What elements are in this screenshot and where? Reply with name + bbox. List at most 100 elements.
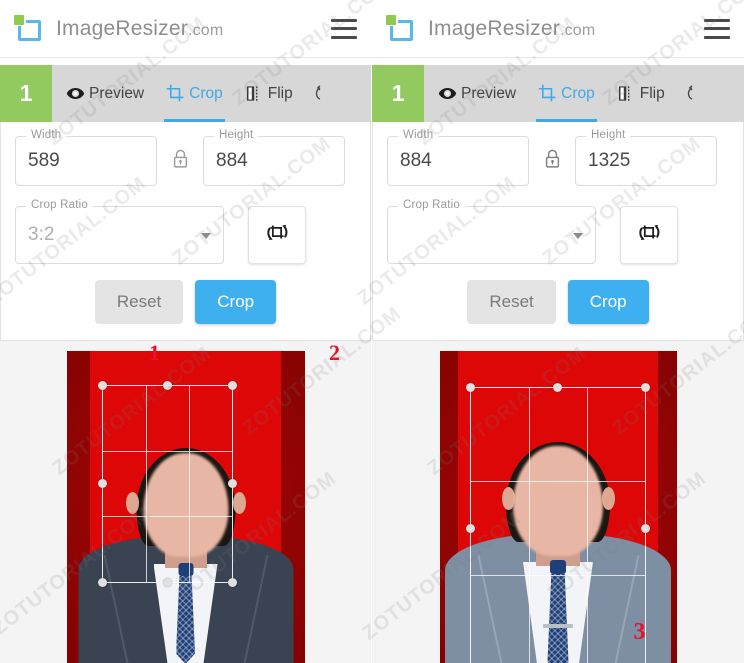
crop-form-after: Width 884 Height 1325 Crop Ratio Reset C… [372, 122, 744, 341]
crop-handle-s[interactable] [162, 577, 172, 587]
eye-icon [438, 84, 457, 103]
crop-handle-se[interactable] [228, 577, 238, 587]
crop-handle-n[interactable] [162, 381, 172, 391]
crop-handle-n[interactable] [552, 382, 562, 392]
brand-title: ImageResizer.com [428, 17, 595, 41]
dimension-row: Width 884 Height 1325 [387, 129, 729, 186]
action-buttons: Reset Crop [15, 280, 356, 324]
crop-ratio-select[interactable]: Crop Ratio [387, 199, 596, 264]
tab-flip-label: Flip [267, 84, 293, 102]
crop-ratio-select[interactable]: Crop Ratio 3:2 [15, 199, 224, 264]
brand-name: ImageResizer [428, 16, 560, 40]
app-header: ImageResizer.com [0, 0, 371, 58]
chevron-down-icon [573, 233, 583, 239]
tab-flip[interactable]: Flip [617, 65, 665, 122]
tab-crop[interactable]: Crop [536, 65, 597, 122]
chevron-down-icon [201, 233, 211, 239]
ratio-row: Crop Ratio [387, 199, 729, 264]
flip-icon [617, 84, 636, 103]
crop-handle-e[interactable] [640, 523, 650, 533]
tab-crop-label: Crop [189, 84, 223, 102]
crop-ratio-value: 3:2 [28, 224, 55, 245]
aspect-lock-toggle[interactable] [529, 136, 575, 186]
crop-button[interactable]: Crop [567, 280, 649, 324]
photo-canvas-before[interactable] [0, 341, 371, 663]
crop-icon [166, 84, 185, 103]
tab-preview-label: Preview [461, 84, 517, 102]
tab-rotate[interactable] [315, 65, 332, 122]
brand-name: ImageResizer [56, 16, 188, 40]
height-value: 884 [216, 150, 248, 171]
aspect-lock-toggle[interactable] [157, 136, 203, 186]
tab-rotate[interactable] [687, 65, 704, 122]
width-value: 884 [400, 150, 432, 171]
width-value: 589 [28, 150, 60, 171]
crop-handle-ne[interactable] [640, 382, 650, 392]
annotation-2: 2 [329, 340, 340, 365]
portrait-photo-before[interactable] [66, 351, 305, 663]
panel-after: ImageResizer.com 1 Preview Crop Flip Wid… [372, 0, 744, 663]
reset-button[interactable]: Reset [94, 280, 184, 324]
lock-closed-icon [543, 148, 562, 175]
height-label: Height [586, 129, 631, 141]
crop-icon [538, 84, 557, 103]
panel-before: ImageResizer.com 1 Preview Crop Flip Wid… [0, 0, 372, 663]
rotate-icon [687, 85, 704, 102]
height-label: Height [214, 129, 259, 141]
crop-form-before: Width 589 Height 884 Crop Ratio 3:2 Rese… [0, 122, 371, 365]
crop-handle-w[interactable] [466, 523, 476, 533]
height-value: 1325 [588, 150, 631, 171]
tab-flip[interactable]: Flip [245, 65, 293, 122]
tab-crop-label: Crop [561, 84, 595, 102]
comparison-screenshot: ImageResizer.com 1 Preview Crop Flip Wid… [0, 0, 744, 663]
lock-closed-icon [171, 148, 190, 175]
ratio-row: Crop Ratio 3:2 [15, 199, 356, 264]
tab-preview[interactable]: Preview [66, 65, 144, 122]
crop-selection-before[interactable] [98, 381, 238, 587]
step-badge: 1 [0, 65, 52, 122]
crop-ratio-label: Crop Ratio [398, 199, 465, 211]
tab-list: Preview Crop Flip [52, 65, 371, 122]
flip-icon [245, 84, 264, 103]
annotation-3: 3 [633, 619, 646, 645]
rotate-icon [315, 85, 332, 102]
crop-handle-nw[interactable] [98, 381, 108, 391]
reset-button[interactable]: Reset [467, 280, 556, 324]
crop-rotate-button[interactable] [248, 206, 306, 264]
hamburger-menu-icon[interactable] [331, 18, 357, 39]
crop-handle-nw[interactable] [466, 382, 476, 392]
brand-tld: .com [187, 21, 224, 39]
action-buttons: Reset Crop [387, 280, 729, 324]
brand-title: ImageResizer.com [56, 17, 223, 41]
tab-bar-after: 1 Preview Crop Flip [372, 65, 744, 122]
tab-list: Preview Crop Flip [424, 65, 744, 122]
crop-selection-after[interactable] [466, 382, 650, 663]
dimension-row: Width 589 Height 884 [15, 129, 356, 186]
width-input[interactable]: Width 589 [15, 129, 157, 186]
annotation-1: 1 [149, 340, 160, 365]
portrait-photo-after[interactable]: 3 [439, 351, 677, 663]
crop-square-logo-icon [14, 14, 44, 44]
crop-rotate-icon [636, 219, 663, 251]
height-input[interactable]: Height 1325 [575, 129, 717, 186]
crop-square-logo-icon [386, 14, 416, 44]
crop-button[interactable]: Crop [195, 280, 277, 324]
tab-crop[interactable]: Crop [164, 65, 225, 122]
tab-bar: 1 Preview Crop Flip [0, 65, 371, 122]
eye-icon [66, 84, 85, 103]
crop-rotate-button[interactable] [620, 206, 678, 264]
tab-flip-label: Flip [639, 84, 665, 102]
width-label: Width [26, 129, 67, 141]
crop-ratio-label: Crop Ratio [26, 199, 93, 211]
crop-handle-w[interactable] [98, 479, 108, 489]
width-input[interactable]: Width 884 [387, 129, 529, 186]
tab-preview-label: Preview [89, 84, 145, 102]
step-badge: 1 [372, 65, 424, 122]
tab-preview[interactable]: Preview [438, 65, 516, 122]
crop-handle-sw[interactable] [98, 577, 108, 587]
hamburger-menu-icon[interactable] [704, 18, 730, 39]
width-label: Width [398, 129, 439, 141]
height-input[interactable]: Height 884 [203, 129, 345, 186]
photo-canvas-after[interactable]: 3 [372, 341, 744, 663]
brand-tld: .com [559, 21, 596, 39]
